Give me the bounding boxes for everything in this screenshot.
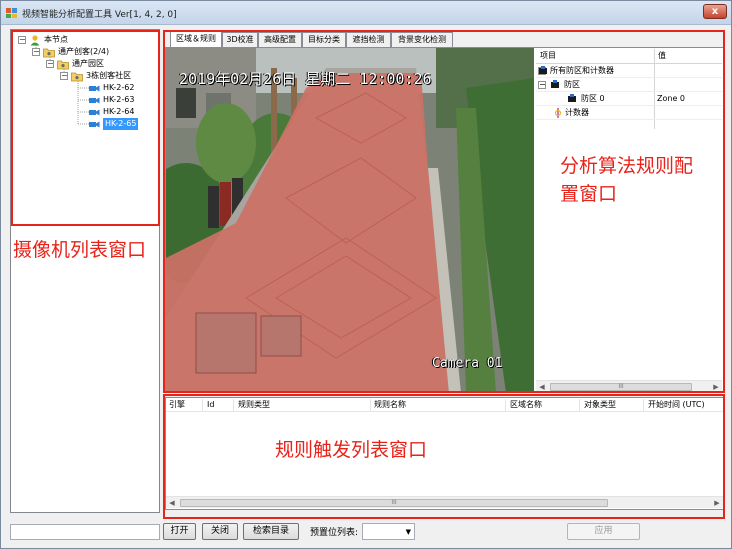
close-window-button[interactable]: x bbox=[703, 4, 727, 19]
status-text-field[interactable] bbox=[10, 524, 160, 540]
annotation-trigger-list: 规则触发列表窗口 bbox=[275, 439, 428, 461]
trigger-list-highlight bbox=[163, 394, 725, 519]
preset-list-select[interactable]: ▼ bbox=[362, 523, 415, 540]
app-window: 视频智能分析配置工具 Ver[1, 4, 2, 0] x − 本节点 − 通产创… bbox=[0, 0, 732, 549]
title-bar: 视频智能分析配置工具 Ver[1, 4, 2, 0] x bbox=[1, 1, 731, 25]
rule-config-highlight bbox=[163, 30, 725, 393]
open-button[interactable]: 打开 bbox=[163, 523, 196, 540]
apply-button[interactable]: 应用 bbox=[567, 523, 640, 540]
annotation-rule-config-line2: 置窗口 bbox=[560, 183, 618, 205]
window-title: 视频智能分析配置工具 Ver[1, 4, 2, 0] bbox=[22, 10, 177, 20]
preset-list-label: 预置位列表: bbox=[310, 528, 359, 538]
chevron-down-icon[interactable]: ▼ bbox=[406, 528, 411, 536]
app-icon bbox=[6, 8, 17, 18]
annotation-rule-config-line1: 分析算法规则配 bbox=[560, 155, 694, 177]
close-button[interactable]: 关闭 bbox=[202, 523, 238, 540]
camera-list-highlight bbox=[11, 30, 160, 226]
search-directory-button[interactable]: 检索目录 bbox=[243, 523, 299, 540]
annotation-camera-list: 摄像机列表窗口 bbox=[13, 239, 147, 261]
